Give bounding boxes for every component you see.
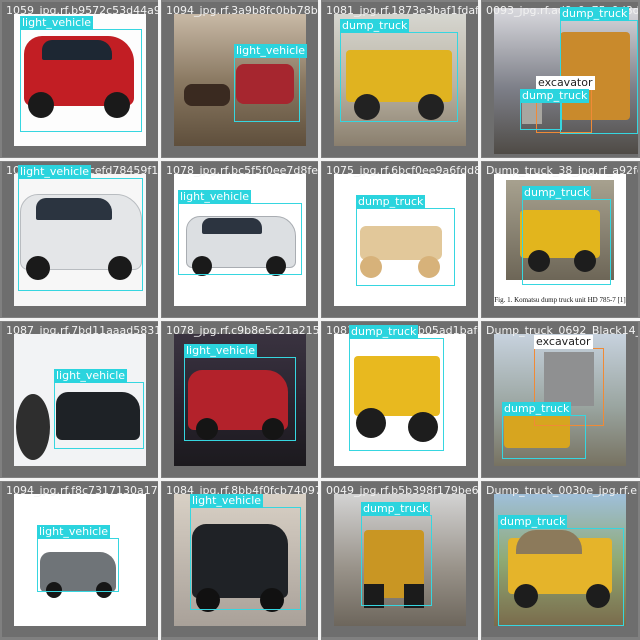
image-tile[interactable]: 1081_jpg.rf.1873e3baf1fdafd0a63d69f4ff26… bbox=[322, 2, 478, 157]
bounding-box: light_vehicle bbox=[178, 190, 302, 275]
box-label: light_vehicle bbox=[234, 44, 308, 58]
image-tile[interactable]: Fig. 1. Komatsu dump truck unit HD 785-7… bbox=[482, 162, 638, 317]
grid-divider bbox=[0, 478, 640, 481]
image-tile[interactable]: Dump_truck_0692_Black14_... excavator du… bbox=[482, 322, 638, 477]
bounding-box: light_vehicle bbox=[37, 525, 119, 592]
image-tile[interactable]: 1059_jpg.rf.b9572c53d44a9c0c8ef3093d05..… bbox=[2, 2, 158, 157]
box-label: light_vehicle bbox=[190, 494, 264, 508]
bounding-box: light_vehicle bbox=[190, 494, 301, 610]
bounding-box: light_vehicle bbox=[18, 165, 143, 291]
box-label: excavator bbox=[536, 76, 595, 90]
bounding-box: dump_truck bbox=[498, 515, 624, 626]
tile-filename: 1094_jpg.rf.f8c7317130a175c8f77e9f5e8... bbox=[6, 484, 158, 497]
box-label: light_vehicle bbox=[178, 190, 252, 204]
box-label: light_vehicle bbox=[20, 16, 94, 30]
box-label: dump_truck bbox=[349, 325, 419, 339]
bounding-box: dump_truck bbox=[502, 402, 586, 459]
tile-filename: 1081_jpg.rf.1873e3baf1fdafd0a63d69f4ff26… bbox=[326, 4, 478, 17]
box-label: dump_truck bbox=[361, 502, 431, 516]
box-label: dump_truck bbox=[502, 402, 572, 416]
image-tile[interactable]: 1078_jpg.rf.bc5f5f0ee7d8fe7bd4b697ea98..… bbox=[162, 162, 318, 317]
bounding-box: dump_truck bbox=[349, 325, 444, 451]
bounding-box: dump_truck bbox=[356, 195, 455, 286]
mosaic-grid: 1059_jpg.rf.b9572c53d44a9c0c8ef3093d05..… bbox=[0, 0, 640, 640]
image-tile[interactable]: 1064_jpg.rf.af0cefd78459f1b7de69c4d6e868… bbox=[2, 162, 158, 317]
box-label: dump_truck bbox=[522, 186, 592, 200]
grid-divider bbox=[0, 318, 640, 321]
image-tile[interactable]: 1087_jpg.rf.7bd11aaad5831ae3c2e8b0fc21a2… bbox=[2, 322, 158, 477]
box-label: excavator bbox=[534, 335, 593, 349]
image-tile[interactable]: 0093_jpg.rf.ad9c0e75c0d8d60f3aa... dump_… bbox=[482, 2, 638, 157]
box-label: light_vehicle bbox=[37, 525, 111, 539]
tile-filename: 1078_jpg.rf.c9b8e5c21a215db8fe... bbox=[166, 324, 318, 337]
tile-filename: 1078_jpg.rf.bc5f5f0ee7d8fe7bd4b697ea98..… bbox=[166, 164, 318, 177]
box-label: dump_truck bbox=[498, 515, 568, 529]
box-label: dump_truck bbox=[560, 7, 630, 21]
bounding-box: light_vehicle bbox=[184, 344, 296, 441]
image-tile[interactable]: Dump_truck_0030e_jpg.rf.e1b9... dump_tru… bbox=[482, 482, 638, 637]
image-tile[interactable]: 1084_jpg.rf.8bb4f0fcb74097f7cb9dd63e... … bbox=[162, 482, 318, 637]
tile-filename: Dump_truck_0030e_jpg.rf.e1b9... bbox=[486, 484, 638, 497]
tile-filename: 1094_jpg.rf.3a9b8fc0bb78b9d7dc82ed435c9b… bbox=[166, 4, 318, 17]
bounding-box: light_vehicle bbox=[20, 16, 142, 132]
box-label: dump_truck bbox=[340, 19, 410, 33]
bounding-box: light_vehicle bbox=[54, 369, 144, 449]
image-tile[interactable]: 1094_jpg.rf.f8c7317130a175c8f77e9f5e8...… bbox=[2, 482, 158, 637]
bounding-box: light_vehicle bbox=[234, 44, 308, 122]
bounding-box: dump_truck bbox=[340, 19, 458, 122]
image-tile[interactable]: 0049_jpg.rf.b5b398f179be62ba0f8... dump_… bbox=[322, 482, 478, 637]
image-tile[interactable]: 1081_jpg.rf.c5e9b05ad1bafd... dump_truck bbox=[322, 322, 478, 477]
bounding-box: dump_truck bbox=[522, 186, 611, 285]
bounding-box: dump_truck bbox=[361, 502, 432, 606]
tile-filename: 1087_jpg.rf.7bd11aaad5831ae3c2e8b0fc21a2… bbox=[6, 324, 158, 337]
image-tile[interactable]: 1094_jpg.rf.3a9b8fc0bb78b9d7dc82ed435c9b… bbox=[162, 2, 318, 157]
box-label: light_vehicle bbox=[184, 344, 258, 358]
box-label: dump_truck bbox=[520, 89, 590, 103]
grid-divider bbox=[0, 158, 640, 161]
box-label: light_vehicle bbox=[18, 165, 92, 179]
tile-filename: 0049_jpg.rf.b5b398f179be62ba0f8... bbox=[326, 484, 478, 497]
figure-caption: Fig. 1. Komatsu dump truck unit HD 785-7… bbox=[494, 296, 626, 304]
tile-filename: Dump_truck_38_jpg.rf_a92fd32c9... bbox=[486, 164, 638, 177]
image-tile[interactable]: 1078_jpg.rf.c9b8e5c21a215db8fe... light_… bbox=[162, 322, 318, 477]
box-label: light_vehicle bbox=[54, 369, 128, 383]
box-label: dump_truck bbox=[356, 195, 426, 209]
bounding-box: dump_truck bbox=[520, 89, 590, 130]
tile-filename: 1075_jpg.rf.6bcf0ee9a6fdd8f57bd4b697ea8e… bbox=[326, 164, 478, 177]
image-tile[interactable]: 1075_jpg.rf.6bcf0ee9a6fdd8f57bd4b697ea8e… bbox=[322, 162, 478, 317]
